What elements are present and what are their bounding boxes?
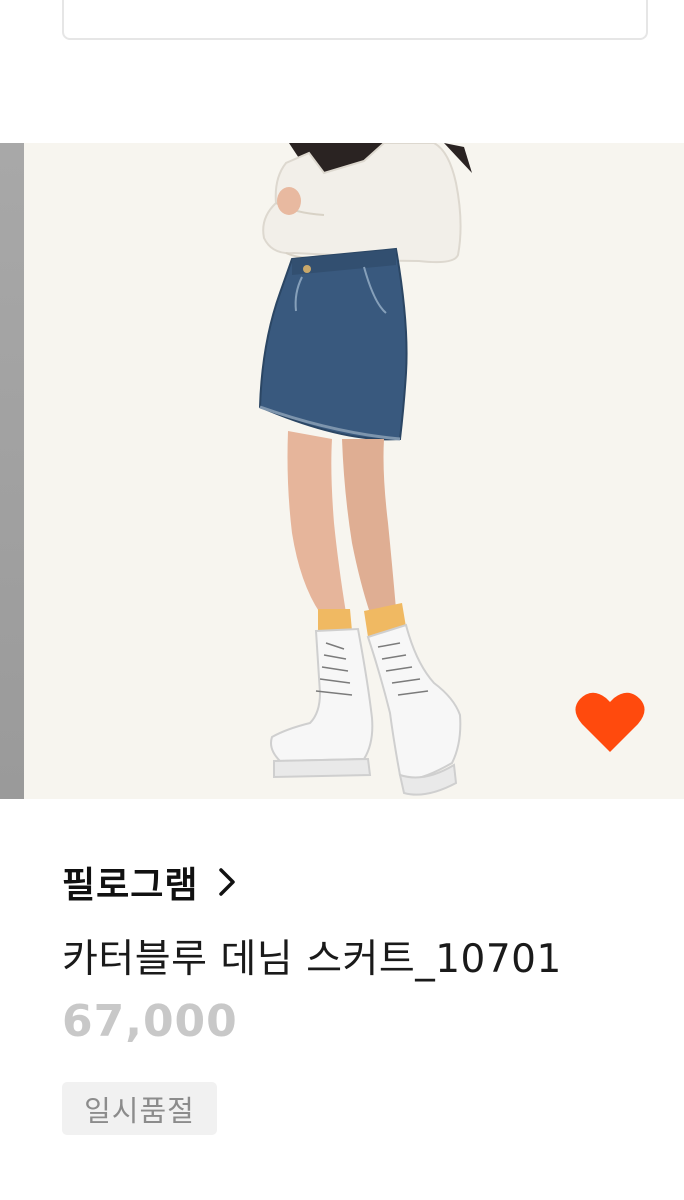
soldout-badge: 일시품절 (62, 1082, 217, 1135)
previous-card (62, 0, 648, 40)
image-edge-strip (0, 143, 24, 799)
brand-link[interactable]: 필로그램 (62, 856, 238, 908)
brand-name: 필로그램 (62, 865, 199, 906)
product-price: 67,000 (62, 996, 238, 1047)
product-title: 카터블루 데님 스커트_10701 (62, 937, 562, 982)
heart-icon[interactable] (574, 690, 646, 756)
chevron-right-icon (219, 868, 236, 896)
